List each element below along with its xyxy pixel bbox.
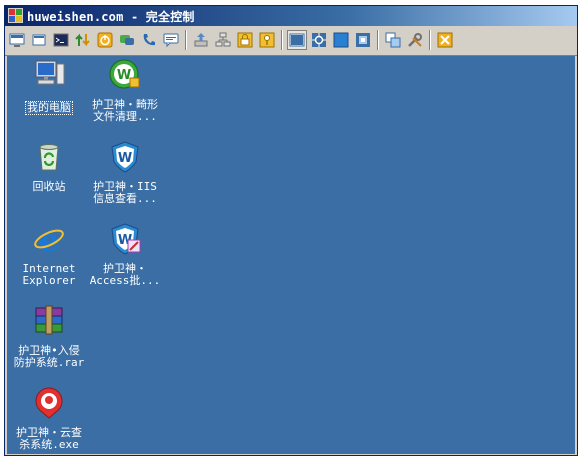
desktop-icon-label: Internet Explorer xyxy=(22,262,76,287)
shield-w-icon: W xyxy=(111,141,139,173)
transfer-icon xyxy=(75,33,90,47)
lock-icon xyxy=(237,32,253,48)
blank-screen-icon xyxy=(333,32,349,48)
upload-icon xyxy=(194,33,208,47)
settings-button[interactable] xyxy=(353,30,373,50)
message-button[interactable] xyxy=(161,30,181,50)
power-button[interactable] xyxy=(95,30,115,50)
window-mode-button[interactable] xyxy=(29,30,49,50)
svg-text:W: W xyxy=(118,151,132,166)
desktop-icon-label: 护卫神•入侵 防护系统.rar xyxy=(13,344,85,369)
toolbar-separator xyxy=(377,30,379,50)
toolbar-separator xyxy=(185,30,187,50)
toolbar xyxy=(5,26,577,56)
internet-explorer-icon: e xyxy=(34,221,64,259)
network-icon xyxy=(215,32,231,47)
svg-text:e: e xyxy=(39,222,59,256)
upload-button[interactable] xyxy=(191,30,211,50)
shield-w-edit-icon: W xyxy=(111,223,141,255)
toolbar-separator xyxy=(281,30,283,50)
console-button[interactable] xyxy=(51,30,71,50)
key-icon xyxy=(259,32,275,48)
power-icon xyxy=(97,32,113,48)
winrar-archive-icon xyxy=(35,305,63,335)
phone-button[interactable] xyxy=(139,30,159,50)
message-icon xyxy=(163,33,179,48)
blank-screen-button[interactable] xyxy=(331,30,351,50)
settings-icon xyxy=(356,33,370,47)
chat-icon xyxy=(120,35,134,45)
copy-icon xyxy=(385,32,401,48)
phone-icon xyxy=(143,34,155,46)
svg-text:W: W xyxy=(117,68,131,83)
window-title: huweishen.com - 完全控制 xyxy=(27,10,195,24)
computer-icon xyxy=(35,60,65,85)
key-button[interactable] xyxy=(257,30,277,50)
lock-button[interactable] xyxy=(235,30,255,50)
close-session-icon xyxy=(437,32,453,48)
fullscreen-button[interactable] xyxy=(7,30,27,50)
desktop-icon-intrusion-rar[interactable]: 护卫神•入侵 防护系统.rar xyxy=(9,304,89,369)
recycle-bin-icon xyxy=(39,144,59,171)
toolbar-separator xyxy=(429,30,431,50)
desktop-icon-file-cleanup[interactable]: W 护卫神・畸形 文件清理... xyxy=(85,58,165,123)
fit-icon xyxy=(312,33,326,47)
fit-button[interactable] xyxy=(309,30,329,50)
fullscreen-icon xyxy=(9,33,25,47)
desktop-icon-my-computer[interactable]: 我的电脑 xyxy=(9,58,89,115)
shield-broom-icon: W xyxy=(109,59,140,89)
network-button[interactable] xyxy=(213,30,233,50)
desktop-icon-recycle-bin[interactable]: 回收站 xyxy=(9,140,89,193)
view-normal-icon xyxy=(289,33,305,47)
desktop-icon-label: 护卫神・ Access批... xyxy=(89,262,161,287)
cloud-scan-shield-icon xyxy=(35,387,63,419)
desktop-icon-access-batch[interactable]: W 护卫神・ Access批... xyxy=(85,222,165,287)
chat-button[interactable] xyxy=(117,30,137,50)
console-icon xyxy=(53,33,69,47)
desktop-icon-label: 我的电脑 xyxy=(25,101,73,115)
title-bar[interactable]: huweishen.com - 完全控制 xyxy=(5,6,577,26)
desktop-icon-cloud-scan[interactable]: 护卫神・云查 杀系统.exe xyxy=(9,386,89,451)
view-normal-button[interactable] xyxy=(287,30,307,50)
desktop-icon-label: 护卫神・IIS 信息查看... xyxy=(93,180,157,205)
remote-control-window: huweishen.com - 完全控制 我的电脑 W 护卫神・畸形 文件清理.… xyxy=(4,5,578,456)
window-icon xyxy=(32,34,46,46)
tools-button[interactable] xyxy=(405,30,425,50)
app-icon xyxy=(8,8,23,23)
desktop-icon-iis-info[interactable]: W 护卫神・IIS 信息查看... xyxy=(85,140,165,205)
tools-icon xyxy=(408,33,422,47)
transfer-button[interactable] xyxy=(73,30,93,50)
desktop-icon-label: 护卫神・云查 杀系统.exe xyxy=(16,426,82,451)
desktop-icon-label: 回收站 xyxy=(32,180,66,193)
desktop-icon-internet-explorer[interactable]: e Internet Explorer xyxy=(9,221,89,287)
copy-button[interactable] xyxy=(383,30,403,50)
desktop-icon-label: 护卫神・畸形 文件清理... xyxy=(92,98,158,123)
close-session-button[interactable] xyxy=(435,30,455,50)
remote-desktop[interactable]: 我的电脑 W 护卫神・畸形 文件清理... 回收站 W 护卫神・IIS 信息查看… xyxy=(7,56,575,454)
